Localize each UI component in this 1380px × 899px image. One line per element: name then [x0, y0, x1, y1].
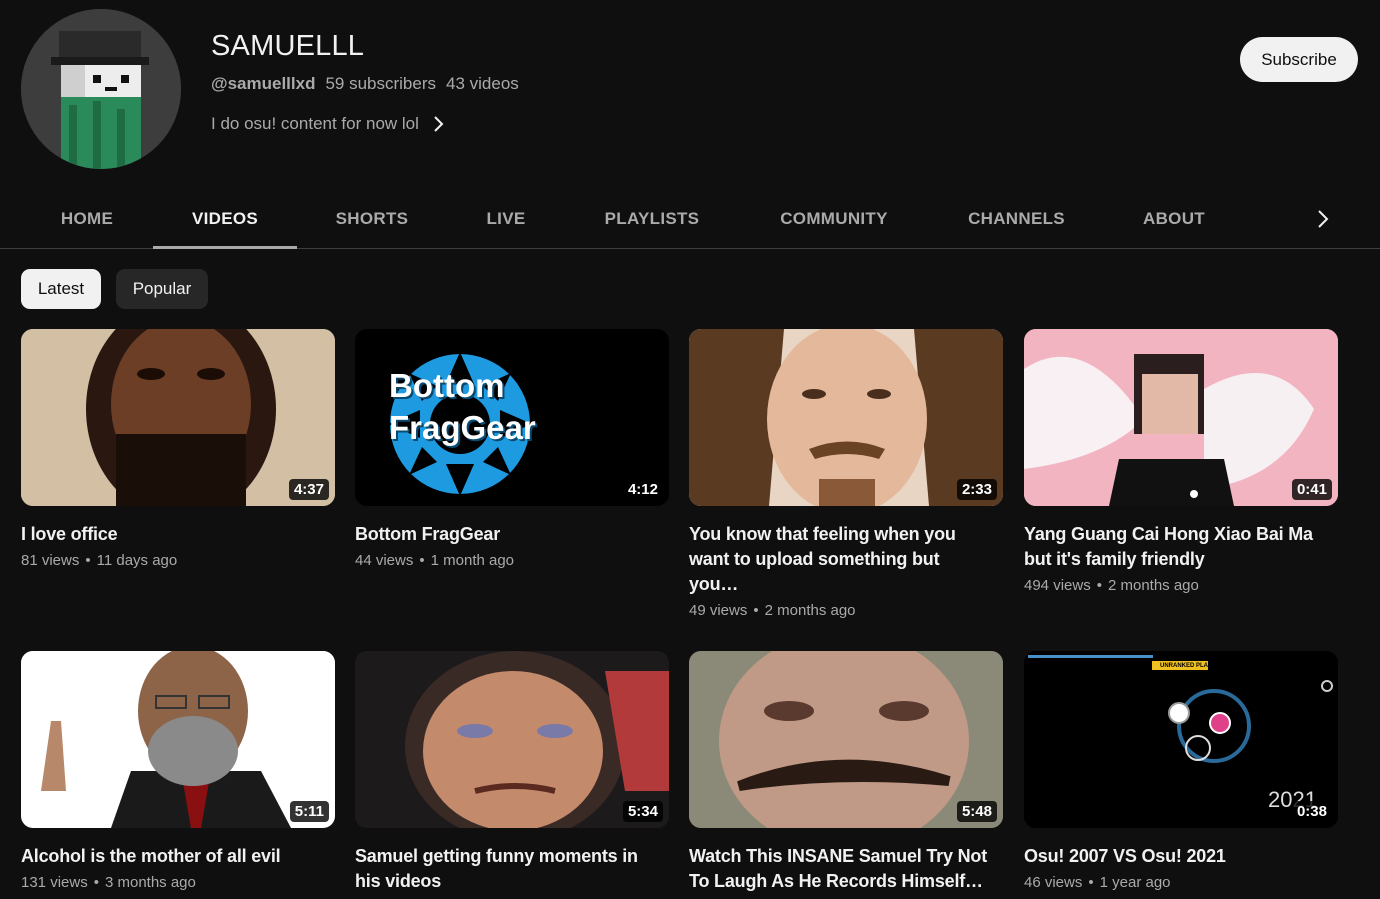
video-thumbnail[interactable]: 5:48	[689, 651, 1003, 828]
video-meta: 81 views 11 days ago	[21, 552, 335, 569]
video-title[interactable]: Alcohol is the mother of all evil	[21, 844, 321, 869]
filter-chip-popular[interactable]: Popular	[116, 269, 208, 309]
video-age: 1 year ago	[1099, 874, 1171, 891]
video-title[interactable]: I love office	[21, 522, 321, 547]
video-thumbnail[interactable]: Bottom FragGear 4:12	[355, 329, 669, 506]
thumbnail-text-line-2: FragGear	[389, 409, 536, 446]
meta-separator	[1088, 874, 1093, 891]
video-thumbnail[interactable]: 5:34	[355, 651, 669, 828]
channel-name: SAMUELLL	[211, 30, 365, 62]
subscribe-button[interactable]: Subscribe	[1240, 37, 1358, 82]
meta-separator	[94, 874, 99, 891]
video-card[interactable]: 2:33 You know that feeling when you want…	[689, 329, 1003, 619]
thumbnail-speaker-image	[21, 651, 335, 828]
video-age: 2 months ago	[1107, 577, 1199, 594]
thumbnail-face-image	[689, 329, 1003, 506]
video-card[interactable]: 5:34 Samuel getting funny moments in his…	[355, 651, 669, 899]
video-card[interactable]: 0:41 Yang Guang Cai Hong Xiao Bai Ma but…	[1024, 329, 1338, 594]
video-age: 11 days ago	[96, 552, 178, 569]
chevron-right-icon	[434, 116, 444, 132]
channel-description[interactable]: I do osu! content for now lol	[211, 114, 445, 134]
meta-separator	[753, 602, 758, 619]
video-duration: 4:12	[622, 479, 663, 500]
video-views: 49 views	[689, 602, 748, 619]
video-card[interactable]: 4:37 I love office 81 views 11 days ago	[21, 329, 335, 569]
meta-separator	[419, 552, 424, 569]
video-meta: 494 views 2 months ago	[1024, 577, 1338, 594]
tabs-scroll-right-button[interactable]	[1308, 190, 1338, 248]
subscriber-count: 59 subscribers	[325, 74, 437, 93]
thumbnail-face-image	[689, 651, 1003, 828]
video-thumbnail[interactable]: 5:11	[21, 651, 335, 828]
channel-header: SAMUELLL @samuelllxd 59 subscribers 43 v…	[0, 0, 1380, 190]
tab-about[interactable]: ABOUT	[1104, 190, 1244, 248]
video-duration: 5:11	[289, 801, 329, 822]
tab-live[interactable]: LIVE	[447, 190, 565, 248]
video-age: 1 month ago	[430, 552, 515, 569]
tab-community[interactable]: COMMUNITY	[739, 190, 929, 248]
video-thumbnail[interactable]: UNRANKED PLAY 2021 0:38	[1024, 651, 1338, 828]
video-title[interactable]: Watch This INSANE Samuel Try Not To Laug…	[689, 844, 989, 894]
video-duration: 4:37	[288, 479, 329, 500]
channel-tabs: HOME VIDEOS SHORTS LIVE PLAYLISTS COMMUN…	[0, 190, 1380, 249]
video-age: 3 months ago	[104, 874, 196, 891]
video-views: 494 views	[1024, 577, 1091, 594]
thumbnail-face-image	[355, 651, 669, 828]
video-card[interactable]: 5:48 Watch This INSANE Samuel Try Not To…	[689, 651, 1003, 899]
video-duration: 2:33	[956, 479, 997, 500]
video-views: 46 views	[1024, 874, 1083, 891]
video-title[interactable]: Bottom FragGear	[355, 522, 655, 547]
tab-home[interactable]: HOME	[21, 190, 153, 248]
meta-separator	[85, 552, 90, 569]
video-age: 2 months ago	[764, 602, 856, 619]
video-thumbnail[interactable]: 2:33	[689, 329, 1003, 506]
meta-separator	[1097, 577, 1102, 594]
thumbnail-face-image	[21, 329, 335, 506]
video-meta: 131 views 3 months ago	[21, 874, 335, 891]
channel-avatar[interactable]	[21, 9, 181, 169]
video-views: 81 views	[21, 552, 80, 569]
channel-description-text: I do osu! content for now lol	[211, 114, 419, 133]
video-meta: 46 views 1 year ago	[1024, 874, 1338, 891]
filter-chip-latest[interactable]: Latest	[21, 269, 101, 309]
video-meta: 44 views 1 month ago	[355, 552, 669, 569]
video-card[interactable]: UNRANKED PLAY 2021 0:38 Osu! 2007 VS Osu…	[1024, 651, 1338, 891]
video-views: 44 views	[355, 552, 414, 569]
video-card[interactable]: 5:11 Alcohol is the mother of all evil 1…	[21, 651, 335, 891]
tab-shorts[interactable]: SHORTS	[297, 190, 447, 248]
tab-channels[interactable]: CHANNELS	[929, 190, 1104, 248]
video-duration: 5:48	[956, 801, 997, 822]
channel-handle: @samuelllxd	[211, 74, 316, 93]
video-count: 43 videos	[446, 74, 519, 93]
tab-playlists[interactable]: PLAYLISTS	[565, 190, 739, 248]
channel-meta: @samuelllxd 59 subscribers 43 videos	[211, 74, 519, 94]
avatar-pixel-character-icon	[21, 9, 181, 169]
video-title[interactable]: Samuel getting funny moments in his vide…	[355, 844, 655, 894]
video-card[interactable]: Bottom FragGear 4:12 Bottom FragGear 44 …	[355, 329, 669, 569]
video-title[interactable]: Osu! 2007 VS Osu! 2021	[1024, 844, 1324, 869]
thumbnail-unicorn-image	[1024, 329, 1338, 506]
thumbnail-text-line-1: Bottom	[389, 367, 505, 404]
video-duration: 0:38	[1291, 801, 1332, 822]
video-duration: 5:34	[622, 801, 663, 822]
video-thumbnail[interactable]: 0:41	[1024, 329, 1338, 506]
video-views: 131 views	[21, 874, 88, 891]
video-thumbnail[interactable]: 4:37	[21, 329, 335, 506]
unranked-play-badge: UNRANKED PLAY	[1160, 663, 1212, 669]
video-title[interactable]: Yang Guang Cai Hong Xiao Bai Ma but it's…	[1024, 522, 1324, 572]
video-meta: 49 views 2 months ago	[689, 602, 1003, 619]
video-duration: 0:41	[1291, 479, 1332, 500]
chevron-right-icon	[1318, 210, 1329, 228]
thumbnail-text: Bottom FragGear	[389, 365, 536, 449]
video-title[interactable]: You know that feeling when you want to u…	[689, 522, 989, 597]
tab-videos[interactable]: VIDEOS	[153, 190, 297, 249]
